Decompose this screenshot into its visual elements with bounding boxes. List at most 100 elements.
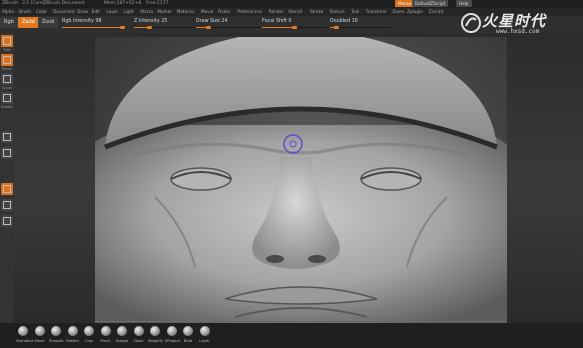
brush-label: Standard bbox=[16, 338, 34, 343]
edit-icon bbox=[3, 37, 11, 45]
brush-label: ZProject bbox=[164, 338, 181, 343]
scale-tool-button[interactable] bbox=[1, 73, 13, 85]
material-tool-button[interactable] bbox=[1, 147, 13, 159]
menu-item-texture[interactable]: Texture bbox=[329, 8, 344, 16]
z-intensity-slider[interactable]: Z Intensity 25 bbox=[134, 17, 196, 29]
brush-nudge[interactable]: Nudge bbox=[115, 326, 129, 343]
rgb-intensity-slider[interactable]: Rgb Intensity 98 bbox=[62, 17, 126, 29]
menu-item-zscript[interactable]: Zscript bbox=[429, 8, 444, 16]
rotate-tool-button[interactable] bbox=[1, 92, 13, 104]
brush-sphere-icon bbox=[199, 326, 210, 336]
brush-sphere-icon bbox=[18, 326, 28, 336]
left-shelf: Edit Move Scale Rotate bbox=[0, 33, 14, 323]
title-bar: ZBrush 3.5 [Core] ZBrush Document Mem:187+5… bbox=[0, 0, 583, 8]
defaultzscript-button[interactable]: DefaultZScript bbox=[412, 0, 449, 7]
xyz-icon bbox=[3, 217, 11, 225]
head-model bbox=[95, 37, 507, 323]
brush-label: Blob bbox=[183, 338, 193, 343]
hxsd-logo-icon bbox=[461, 13, 481, 33]
title-item: 3.5 [Core] bbox=[22, 1, 45, 6]
brush-layer[interactable]: Layer bbox=[198, 326, 212, 343]
rotate-icon bbox=[3, 94, 11, 102]
menu-item-zplugin[interactable]: Zplugin bbox=[407, 8, 423, 16]
canvas-bottom-border bbox=[95, 321, 507, 322]
brush-pinch[interactable]: Pinch bbox=[99, 326, 113, 343]
brush-label: Layer bbox=[199, 338, 210, 343]
brush-sphere-icon bbox=[84, 326, 94, 336]
brush-magnify[interactable]: Magnify bbox=[148, 326, 163, 343]
brush-label: Flatten bbox=[65, 338, 80, 343]
tool-label: Move bbox=[2, 67, 12, 71]
color-tool-button[interactable] bbox=[1, 183, 13, 195]
menu-item-material[interactable]: Material bbox=[177, 8, 194, 16]
move-icon bbox=[3, 56, 11, 64]
sculpt-canvas[interactable] bbox=[95, 37, 507, 323]
menu-item-color[interactable]: Color bbox=[36, 8, 47, 16]
menu-item-render[interactable]: Render bbox=[269, 8, 284, 16]
tool-label: Edit bbox=[3, 48, 11, 52]
brush-sphere-icon bbox=[183, 326, 193, 336]
menu-item-alpha[interactable]: Alpha bbox=[2, 8, 14, 16]
brush-label: Magnify bbox=[148, 338, 163, 343]
brush-sphere-icon bbox=[150, 326, 160, 336]
brush-sphere-icon bbox=[67, 326, 78, 336]
brush-clay[interactable]: Clay bbox=[82, 326, 96, 343]
menu-item-light[interactable]: Light bbox=[123, 8, 133, 16]
rgb-toggle[interactable]: Rgb bbox=[0, 17, 18, 28]
brush-label: Move bbox=[34, 338, 45, 343]
brush-slash[interactable]: Slash bbox=[132, 326, 146, 343]
title-item: Free:1177 bbox=[146, 1, 169, 6]
brush-label: Smooth bbox=[49, 338, 64, 343]
focal-shift-slider[interactable]: Focal Shift 0 bbox=[262, 17, 326, 29]
menu-item-movie[interactable]: Movie bbox=[201, 8, 213, 16]
menu-item-marker[interactable]: Marker bbox=[157, 8, 171, 16]
brush-standard[interactable]: Standard bbox=[16, 326, 34, 343]
help-button[interactable]: Help bbox=[456, 0, 472, 7]
menu-item-stencil[interactable]: Stencil bbox=[288, 8, 302, 16]
title-item: Mem:187+52+8 bbox=[104, 1, 142, 6]
brush-move[interactable]: Move bbox=[33, 326, 47, 343]
brush-flatten[interactable]: Flatten bbox=[66, 326, 80, 343]
menu-item-edit[interactable]: Edit bbox=[92, 8, 100, 16]
menu-item-document[interactable]: Document bbox=[53, 8, 75, 16]
draw-size-label: Draw Size 24 bbox=[196, 19, 228, 24]
stroke-icon bbox=[3, 133, 11, 141]
zsub-toggle[interactable]: Zsub bbox=[38, 17, 59, 28]
xyz-tool-button[interactable] bbox=[1, 215, 13, 227]
brush-blob[interactable]: Blob bbox=[181, 326, 195, 343]
rgb-intensity-label: Rgb Intensity 98 bbox=[62, 19, 102, 24]
menu-item-picker[interactable]: Picker bbox=[218, 8, 230, 16]
perspective-tool-button[interactable] bbox=[1, 199, 13, 211]
tool-label: Scale bbox=[2, 86, 12, 90]
brush-sphere-icon bbox=[51, 326, 61, 336]
brush-sphere-icon bbox=[100, 326, 111, 336]
move-tool-button[interactable] bbox=[1, 54, 13, 66]
title-item: ZBrush Document bbox=[44, 1, 85, 6]
menu-item-zoom[interactable]: Zoom bbox=[392, 8, 404, 16]
draw-size-slider[interactable]: Draw Size 24 bbox=[196, 17, 260, 29]
menu-item-transform[interactable]: Transform bbox=[366, 8, 387, 16]
zadd-toggle[interactable]: Zadd bbox=[18, 17, 39, 28]
brush-zproject[interactable]: ZProject bbox=[164, 326, 181, 343]
brush-sphere-icon bbox=[166, 326, 177, 336]
doubled-slider[interactable]: Doubled 10 bbox=[330, 17, 390, 29]
menu-item-macro[interactable]: Macro bbox=[140, 8, 153, 16]
menu-item-brush[interactable]: Brush bbox=[19, 8, 31, 16]
perspective-icon bbox=[3, 201, 11, 209]
scale-icon bbox=[3, 75, 11, 83]
stroke-tool-button[interactable] bbox=[1, 131, 13, 143]
brush-label: Slash bbox=[133, 338, 144, 343]
brush-smooth[interactable]: Smooth bbox=[49, 326, 64, 343]
brush-label: Nudge bbox=[115, 338, 129, 343]
brush-label: Clay bbox=[84, 338, 94, 343]
menu-item-stroke[interactable]: Stroke bbox=[310, 8, 323, 16]
menu-item-preferences[interactable]: Preferences bbox=[237, 8, 262, 16]
menu-item-tool[interactable]: Tool bbox=[351, 8, 359, 16]
material-icon bbox=[3, 149, 11, 157]
brush-shelf: Standard Move Smooth Flatten Clay Pinch Nudge S… bbox=[0, 323, 583, 348]
document-area bbox=[14, 33, 583, 323]
menu-item-draw[interactable]: Draw bbox=[77, 8, 88, 16]
menu-item-layer[interactable]: Layer bbox=[106, 8, 118, 16]
edit-tool-button[interactable] bbox=[1, 35, 13, 47]
brush-sphere-icon bbox=[133, 326, 144, 336]
